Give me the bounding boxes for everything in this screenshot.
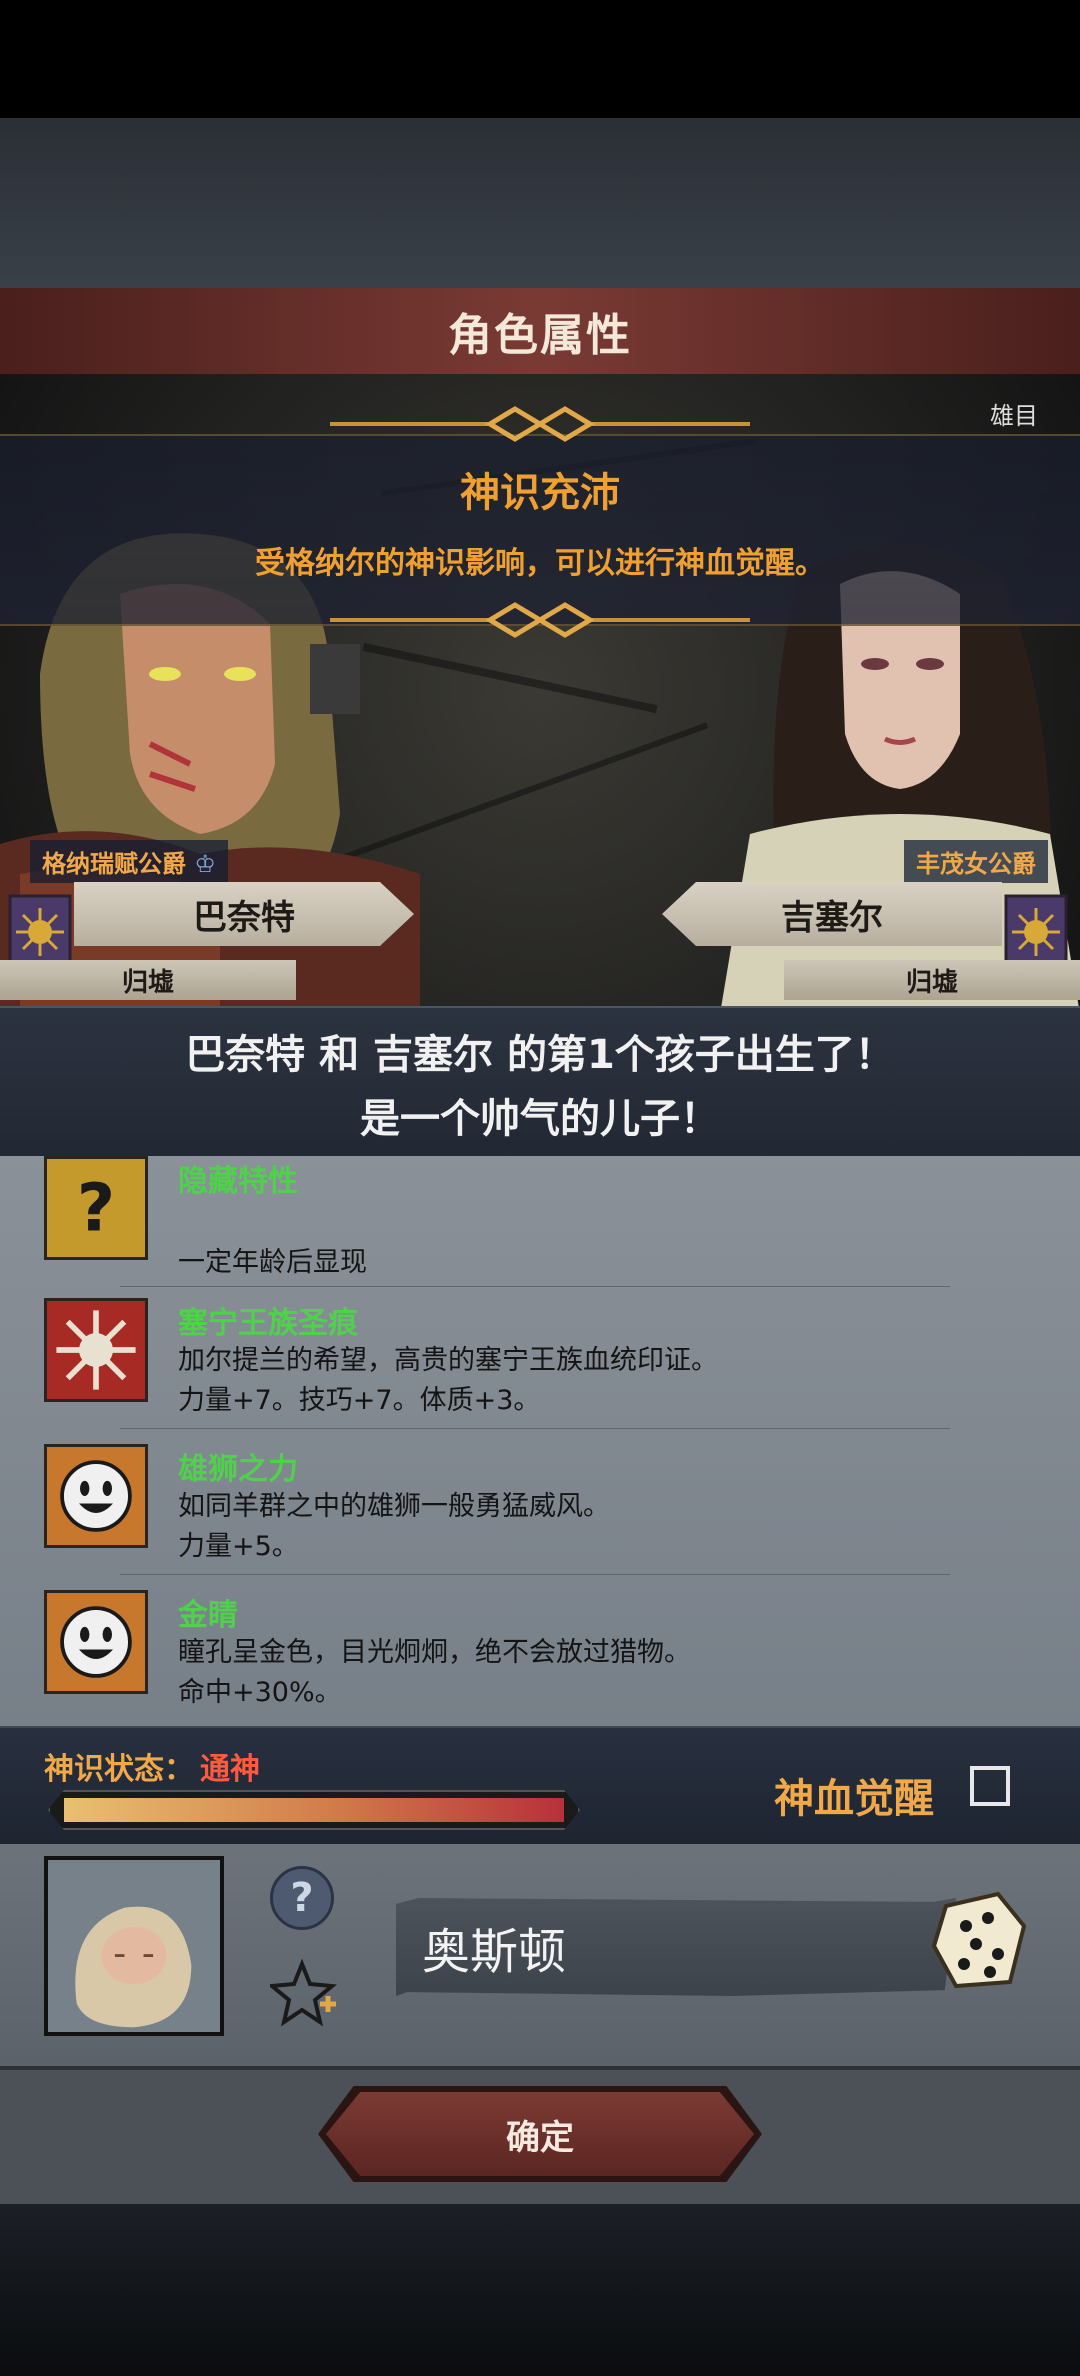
bottom-area (0, 2204, 1080, 2376)
favorite-star-icon[interactable] (270, 1958, 340, 2028)
trait-effect: 一定年龄后显现 (178, 1247, 367, 1278)
mother-title: 丰茂女公爵 (904, 840, 1048, 883)
birth-message-line1: 巴奈特 和 吉塞尔 的第1个孩子出生了！ (185, 1032, 895, 1078)
baby-avatar (44, 1856, 224, 2036)
smiley-icon (44, 1590, 148, 1694)
sun-emblem-icon (44, 1298, 148, 1402)
trait-name: 隐藏特性 (178, 1164, 298, 1199)
child-name-field[interactable]: 奥斯顿 (396, 1898, 956, 1996)
status-bar-area (0, 0, 1080, 118)
trait-name: 金睛 (178, 1598, 238, 1633)
svg-text:?: ? (77, 1170, 115, 1247)
father-title: 格纳瑞赋公爵 ♔ (30, 840, 228, 883)
mother-name-plate[interactable]: 吉塞尔 (662, 882, 1002, 946)
trait-name: 塞宁王族圣痕 (178, 1306, 358, 1341)
trait-list[interactable]: ? 隐藏特性 一定年龄后显现 塞宁王族圣痕 加尔提兰的希望，高贵的塞宁王族血统印… (0, 1156, 1080, 1726)
mother-name: 吉塞尔 (781, 897, 883, 938)
trait-item[interactable]: 雄狮之力 如同羊群之中的雄狮一般勇猛威风。 力量+5。 (0, 1444, 1080, 1590)
trait-description: 如同羊群之中的雄狮一般勇猛威风。 (178, 1491, 610, 1522)
dice-icon[interactable] (926, 1886, 1032, 1992)
trait-name: 雄狮之力 (178, 1452, 298, 1487)
ornament-top-icon (330, 406, 750, 442)
birth-message-line2: 是一个帅气的儿子！ (360, 1096, 720, 1142)
trait-item[interactable]: 塞宁王族圣痕 加尔提兰的希望，高贵的塞宁王族血统印证。 力量+7。技巧+7。体质… (0, 1298, 1080, 1444)
father-status: 归墟 (0, 960, 296, 1000)
trait-description: 瞳孔呈金色，目光炯炯，绝不会放过猎物。 (178, 1637, 691, 1668)
blood-awaken-label: 神血觉醒 (774, 1776, 934, 1822)
father-name-plate[interactable]: 巴奈特 (74, 882, 414, 946)
question-icon: ? (44, 1156, 148, 1260)
trait-effect: 力量+7。技巧+7。体质+3。 (178, 1385, 541, 1416)
trait-item[interactable]: 金睛 瞳孔呈金色，目光炯炯，绝不会放过猎物。 命中+30%。 (0, 1590, 1080, 1726)
question-icon: ? (290, 1875, 314, 1921)
father-name: 巴奈特 (193, 897, 295, 938)
smiley-icon (44, 1444, 148, 1548)
divine-status-value: 通神 (200, 1752, 260, 1787)
awakening-description: 受格纳尔的神识影响，可以进行神血觉醒。 (255, 546, 825, 581)
child-name: 奥斯顿 (422, 1924, 567, 1980)
help-button[interactable]: ? (270, 1866, 334, 1930)
divine-status-label: 神识状态： (44, 1752, 194, 1787)
confirm-button[interactable]: 确定 (326, 2092, 754, 2176)
ornament-bottom-icon (330, 602, 750, 638)
blood-awaken-checkbox[interactable] (970, 1766, 1010, 1806)
trait-description: 加尔提兰的希望，高贵的塞宁王族血统印证。 (178, 1345, 718, 1376)
divine-progress-fill (64, 1798, 564, 1822)
trait-effect: 力量+5。 (178, 1531, 299, 1562)
awakening-title: 神识充沛 (460, 470, 620, 516)
trait-effect: 命中+30%。 (178, 1677, 342, 1708)
top-background (0, 118, 1080, 288)
crown-icon: ♔ (194, 850, 216, 878)
trait-item[interactable]: ? 隐藏特性 一定年龄后显现 (0, 1156, 1080, 1302)
map-corner-label: 雄目 (990, 402, 1038, 430)
title-bar: 角色属性 (0, 288, 1080, 374)
confirm-label: 确定 (506, 2117, 574, 2158)
mother-status: 归墟 (784, 960, 1080, 1000)
page-title: 角色属性 (448, 310, 632, 361)
